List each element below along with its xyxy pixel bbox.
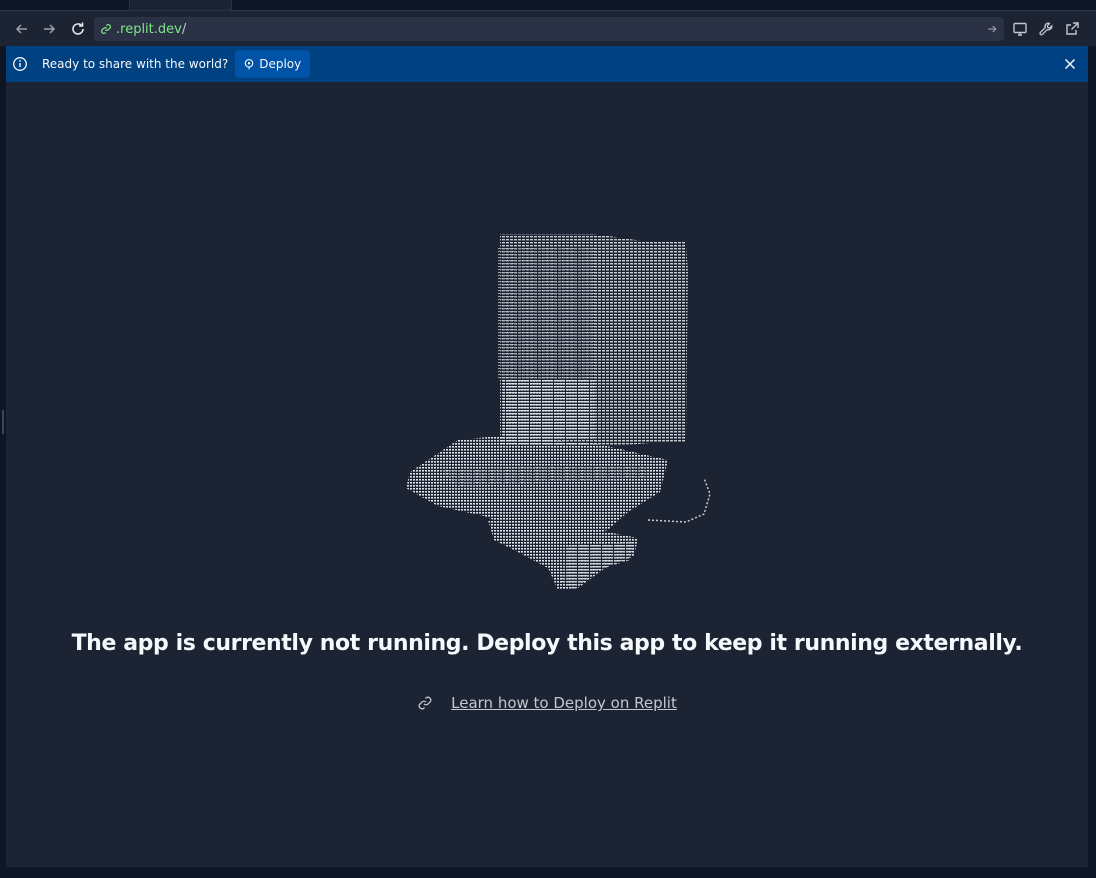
banner-message: Ready to share with the world? [42,57,229,71]
arrow-right-icon [44,24,56,34]
info-icon [12,56,28,72]
go-button[interactable] [984,21,1000,37]
bottom-edge [0,867,1096,878]
external-link-icon [1066,22,1079,35]
tools-button[interactable] [1035,18,1057,40]
reload-icon [72,22,84,35]
devtools-button[interactable] [1009,18,1031,40]
learn-link-row: Learn how to Deploy on Replit [6,694,1088,712]
url-path: / [181,21,187,37]
wrench-icon [1039,22,1053,36]
url-bar[interactable]: .replit.dev/ [94,17,1004,41]
deploy-button[interactable]: Deploy [235,50,311,78]
back-button[interactable] [11,18,33,40]
browser-toolbar: .replit.dev/ [0,10,1096,46]
browser-frame: .replit.dev/ Ready to share with the wor… [0,0,1096,878]
close-banner-button[interactable] [1062,56,1078,72]
panel-resize-handle[interactable] [2,410,4,434]
url-text: .replit.dev/ [116,22,186,37]
arrow-right-icon [988,25,997,33]
ascii-art-image [406,234,711,590]
forward-button[interactable] [38,18,60,40]
deploy-banner: Ready to share with the world? Deploy [6,46,1088,82]
arrow-left-icon [15,24,27,34]
reload-button[interactable] [67,18,89,40]
tab-2-active[interactable] [130,0,232,10]
link-icon [101,24,111,34]
tab-1[interactable] [0,0,130,10]
deploy-icon [244,58,254,70]
open-external-button[interactable] [1061,18,1083,40]
close-icon [1064,58,1076,70]
learn-deploy-link[interactable]: Learn how to Deploy on Replit [451,694,677,712]
app-preview-panel: The app is currently not running. Deploy… [6,82,1088,867]
tab-strip [0,0,1096,10]
link-icon [418,696,432,710]
monitor-icon [1013,22,1027,36]
not-running-headline: The app is currently not running. Deploy… [71,631,1023,656]
deploy-button-label: Deploy [259,57,302,71]
url-host: .replit.dev [116,21,182,37]
